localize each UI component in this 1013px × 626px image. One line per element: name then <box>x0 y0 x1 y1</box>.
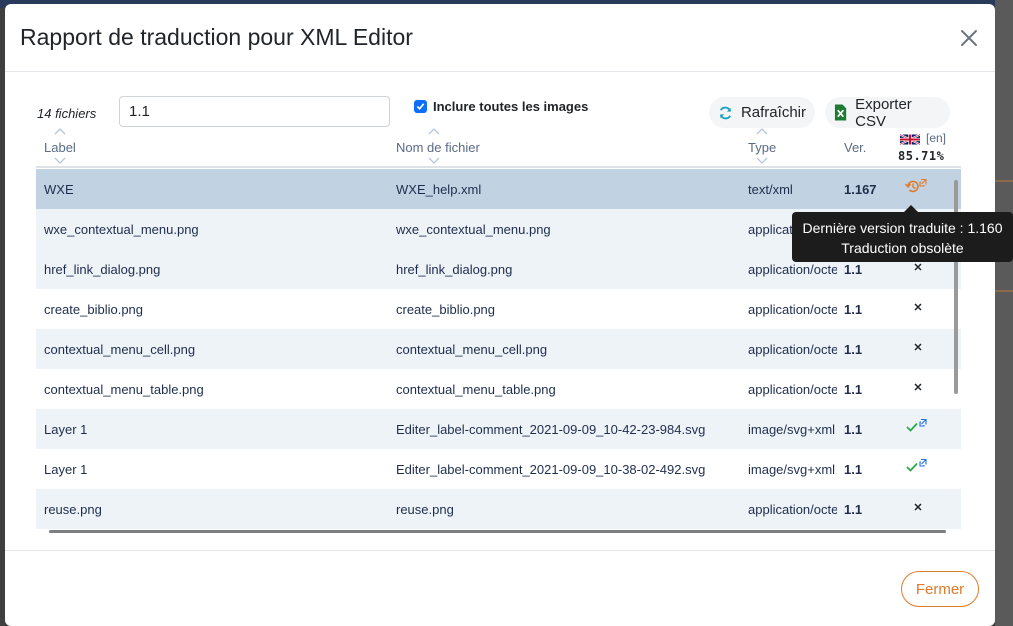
sort-ascending-icon[interactable] <box>428 128 440 135</box>
tooltip-last-version: Dernière version traduite : 1.160 <box>802 220 1003 236</box>
row-version: 1.1 <box>844 382 863 397</box>
include-images-label: Inclure toutes les images <box>433 99 589 114</box>
row-version: 1.1 <box>844 262 863 277</box>
close-icon[interactable] <box>957 26 981 50</box>
sort-descending-icon[interactable] <box>428 157 440 164</box>
row-filename: Editer_label-comment_2021-09-09_10-38-02… <box>396 462 706 477</box>
row-filename: Editer_label-comment_2021-09-09_10-42-23… <box>396 422 706 437</box>
row-label: Layer 1 <box>44 422 88 437</box>
tooltip-arrow <box>904 205 918 212</box>
translation-percentage: 85.71% <box>898 149 945 163</box>
include-images-option[interactable]: Inclure toutes les images <box>414 99 588 114</box>
dialog-footer: Fermer <box>5 550 995 626</box>
horizontal-scrollbar[interactable] <box>49 530 946 533</box>
row-type: image/svg+xml <box>748 462 836 477</box>
sort-descending-icon[interactable] <box>54 157 66 164</box>
row-filename: wxe_contextual_menu.png <box>396 222 551 237</box>
table-row[interactable]: Layer 1 Editer_label-comment_2021-09-09_1… <box>36 409 961 449</box>
row-label: contextual_menu_table.png <box>44 382 204 397</box>
row-type: application/octet-stream <box>748 502 837 517</box>
translated-check-icon[interactable] <box>904 458 944 480</box>
refresh-label: Rafraîchir <box>740 104 806 121</box>
row-filename: reuse.png <box>396 502 454 517</box>
row-label: href_link_dialog.png <box>44 262 161 277</box>
row-filename: WXE_help.xml <box>396 182 482 197</box>
row-filename: contextual_menu_table.png <box>396 382 556 397</box>
language-code[interactable]: [en] <box>926 131 946 145</box>
filter-input[interactable] <box>119 96 390 127</box>
refresh-icon <box>719 106 732 119</box>
row-version: 1.167 <box>844 182 877 197</box>
row-type: application/octet-stream <box>748 342 837 357</box>
sort-descending-icon[interactable] <box>756 157 768 164</box>
translated-check-icon[interactable] <box>904 418 944 440</box>
row-filename: create_biblio.png <box>396 302 496 317</box>
column-header-label[interactable]: Label <box>44 128 104 168</box>
row-label: create_biblio.png <box>44 302 144 317</box>
dialog-header: Rapport de traduction pour XML Editor <box>5 4 995 72</box>
table-row[interactable]: Layer 1 Editer_label-comment_2021-09-09_1… <box>36 449 961 489</box>
column-header-version: Ver. <box>844 140 867 155</box>
background-page-edge <box>995 0 1013 626</box>
close-button[interactable]: Fermer <box>901 571 979 607</box>
table-row[interactable]: create_biblio.png create_biblio.png applic… <box>36 289 961 329</box>
translation-report-dialog: Rapport de traduction pour XML Editor 14… <box>5 4 995 626</box>
translation-tooltip: Dernière version traduite : 1.160 Traduc… <box>792 212 1013 262</box>
table-row[interactable]: contextual_menu_table.png contextual_menu… <box>36 369 961 409</box>
table-row[interactable]: reuse.png reuse.png application/octet-stre… <box>36 489 961 529</box>
not-translated-icon[interactable] <box>904 298 944 320</box>
row-version: 1.1 <box>844 462 863 477</box>
export-csv-label: Exporter CSV <box>855 95 912 130</box>
row-filename: contextual_menu_cell.png <box>396 342 548 357</box>
include-images-checkbox[interactable] <box>414 100 427 113</box>
uk-flag-icon <box>900 133 920 146</box>
row-version: 1.1 <box>844 302 863 317</box>
column-header-filename[interactable]: Nom de fichier <box>396 128 516 168</box>
row-version: 1.1 <box>844 342 863 357</box>
sort-ascending-icon[interactable] <box>756 128 768 135</box>
outdated-translation-icon[interactable] <box>904 178 944 200</box>
row-label: Layer 1 <box>44 462 88 477</box>
table-row[interactable]: WXE WXE_help.xml text/xml 1.167 <box>36 169 961 209</box>
column-header-type[interactable]: Type <box>748 128 808 168</box>
not-translated-icon[interactable] <box>904 378 944 400</box>
dialog-title: Rapport de traduction pour XML Editor <box>20 24 413 50</box>
row-type: application/octet-stream <box>748 262 837 277</box>
row-label: wxe_contextual_menu.png <box>44 222 199 237</box>
not-translated-icon[interactable] <box>904 498 944 520</box>
report-toolbar: 14 fichiers Inclure toutes les images Ra… <box>5 92 995 132</box>
row-version: 1.1 <box>844 422 863 437</box>
table-row[interactable]: contextual_menu_cell.png contextual_menu_… <box>36 329 961 369</box>
refresh-button[interactable]: Rafraîchir <box>709 97 815 128</box>
row-filename: href_link_dialog.png <box>396 262 513 277</box>
row-type: image/svg+xml <box>748 422 836 437</box>
background-divider <box>995 290 1013 292</box>
row-type: application/octet-stream <box>748 302 837 317</box>
file-count: 14 fichiers <box>37 106 97 121</box>
row-label: reuse.png <box>44 502 102 517</box>
row-type: text/xml <box>748 182 793 197</box>
excel-file-icon <box>834 104 847 121</box>
row-version: 1.1 <box>844 502 863 517</box>
sort-ascending-icon[interactable] <box>54 128 66 135</box>
table-header: Label Nom de fichier Type Ver. [en] 85.7… <box>36 128 961 168</box>
not-translated-icon[interactable] <box>904 338 944 360</box>
export-csv-button[interactable]: Exporter CSV <box>825 95 950 130</box>
tooltip-status: Traduction obsolète <box>841 240 964 256</box>
row-label: WXE <box>44 182 74 197</box>
row-type: application/octet-stream <box>748 382 837 397</box>
background-divider <box>995 180 1013 182</box>
row-label: contextual_menu_cell.png <box>44 342 196 357</box>
